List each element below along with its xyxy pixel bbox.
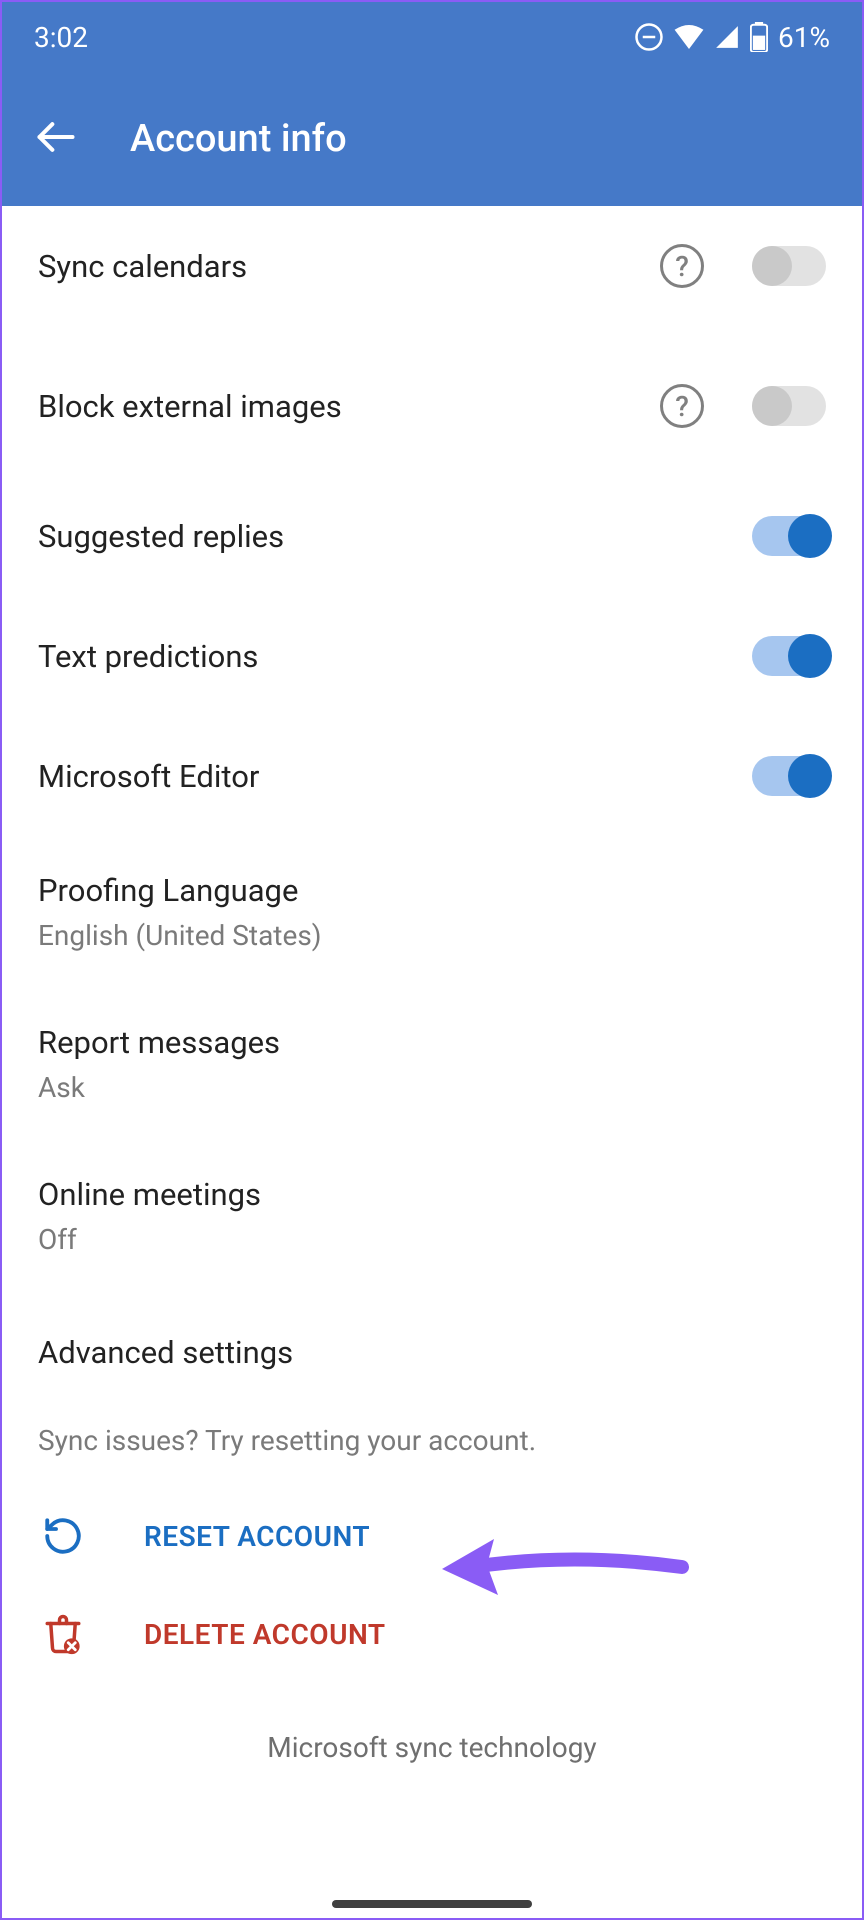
setting-sub: English (United States) bbox=[38, 919, 826, 952]
page-title: Account info bbox=[130, 117, 347, 161]
settings-list: Sync calendars ? Block external images ?… bbox=[2, 206, 862, 1764]
setting-label: Sync calendars bbox=[38, 248, 640, 285]
toggle-text-predictions[interactable] bbox=[752, 636, 826, 676]
setting-advanced-settings[interactable]: Advanced settings bbox=[2, 1292, 862, 1412]
help-icon[interactable]: ? bbox=[660, 384, 704, 428]
setting-online-meetings[interactable]: Online meetings Off bbox=[2, 1140, 862, 1292]
status-right: 61% bbox=[634, 21, 830, 54]
setting-block-external-images[interactable]: Block external images ? bbox=[2, 346, 862, 466]
status-time: 3:02 bbox=[34, 21, 88, 54]
toggle-suggested-replies[interactable] bbox=[752, 516, 826, 556]
toggle-block-external-images[interactable] bbox=[752, 386, 826, 426]
delete-account-label: DELETE ACCOUNT bbox=[144, 1618, 386, 1651]
setting-label: Block external images bbox=[38, 388, 640, 425]
nav-handle[interactable] bbox=[332, 1900, 532, 1908]
dnd-icon bbox=[634, 22, 664, 52]
setting-suggested-replies[interactable]: Suggested replies bbox=[2, 476, 862, 596]
toggle-sync-calendars[interactable] bbox=[752, 246, 826, 286]
footer-text: Microsoft sync technology bbox=[2, 1683, 862, 1764]
setting-label: Proofing Language bbox=[38, 872, 826, 909]
setting-text-predictions[interactable]: Text predictions bbox=[2, 596, 862, 716]
reset-icon bbox=[38, 1515, 88, 1557]
setting-label: Microsoft Editor bbox=[38, 758, 732, 795]
setting-label: Advanced settings bbox=[38, 1334, 826, 1371]
setting-microsoft-editor[interactable]: Microsoft Editor bbox=[2, 716, 862, 836]
wifi-icon bbox=[674, 25, 704, 49]
setting-label: Report messages bbox=[38, 1024, 826, 1061]
back-icon[interactable] bbox=[34, 115, 78, 163]
help-icon[interactable]: ? bbox=[660, 244, 704, 288]
status-bar: 3:02 61% bbox=[2, 2, 862, 72]
setting-label: Suggested replies bbox=[38, 518, 732, 555]
setting-label: Text predictions bbox=[38, 638, 732, 675]
cell-signal-icon bbox=[714, 24, 740, 50]
toggle-microsoft-editor[interactable] bbox=[752, 756, 826, 796]
setting-label: Online meetings bbox=[38, 1176, 826, 1213]
delete-account-button[interactable]: DELETE ACCOUNT bbox=[2, 1585, 862, 1683]
app-bar: Account info bbox=[2, 72, 862, 206]
reset-account-label: RESET ACCOUNT bbox=[144, 1520, 370, 1553]
battery-percent: 61% bbox=[778, 21, 830, 54]
setting-proofing-language[interactable]: Proofing Language English (United States… bbox=[2, 836, 862, 988]
setting-sub: Ask bbox=[38, 1071, 826, 1104]
sync-helper-text: Sync issues? Try resetting your account. bbox=[2, 1412, 862, 1487]
setting-sync-calendars[interactable]: Sync calendars ? bbox=[2, 206, 862, 326]
reset-account-button[interactable]: RESET ACCOUNT bbox=[2, 1487, 862, 1585]
battery-icon bbox=[750, 22, 768, 52]
setting-report-messages[interactable]: Report messages Ask bbox=[2, 988, 862, 1140]
setting-sub: Off bbox=[38, 1223, 826, 1256]
trash-icon bbox=[38, 1613, 88, 1655]
